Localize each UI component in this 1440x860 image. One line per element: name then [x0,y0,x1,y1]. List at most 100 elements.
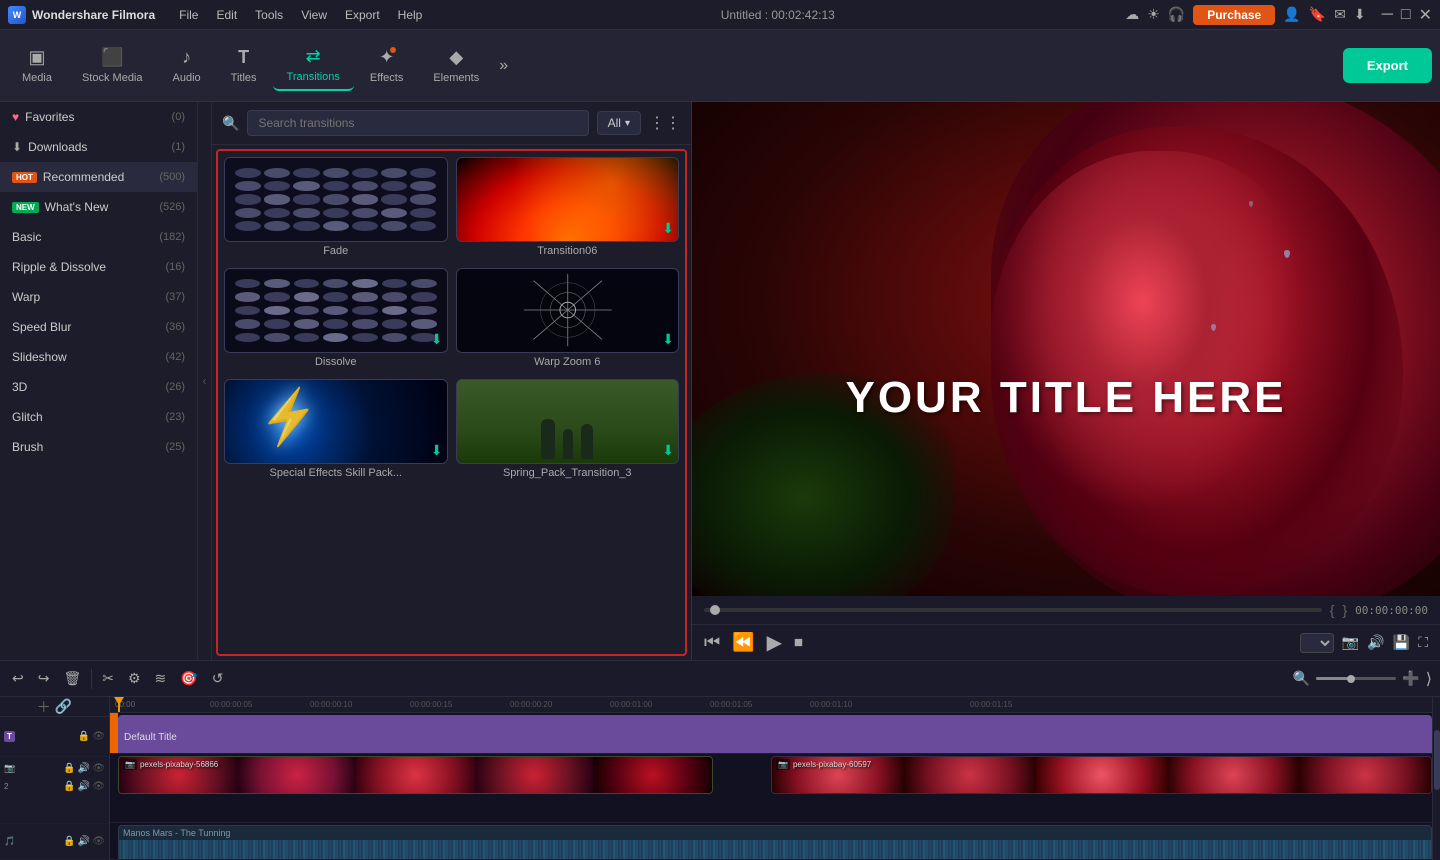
transition-item-fade[interactable]: Fade [224,157,448,260]
quality-select[interactable]: Full [1300,633,1334,653]
sidebar-item-warp[interactable]: Warp (37) [0,282,197,312]
cloud-icon[interactable]: ☁ [1125,6,1139,23]
speed-blur-count: (36) [165,321,185,333]
transition-item-special-effects[interactable]: ⚡ ⬇ Special Effects Skill Pack... [224,379,448,482]
sidebar-item-whats-new[interactable]: NEW What's New (526) [0,192,197,222]
expand-timeline-icon[interactable]: ⟩ [1426,669,1432,689]
cut-button[interactable]: ✂ [98,668,118,689]
sidebar-item-3d[interactable]: 3D (26) [0,372,197,402]
menu-view[interactable]: View [293,6,335,24]
tab-audio[interactable]: ♪ Audio [159,41,215,90]
zoom-out-icon[interactable]: 🔍 [1293,670,1310,687]
transitions-panel: 🔍 All ▾ ⋮⋮ [212,102,692,660]
save-frame-icon[interactable]: 💾 [1393,634,1410,651]
tab-elements[interactable]: ◆ Elements [419,41,493,90]
ripple-dissolve-count: (16) [165,261,185,273]
purchase-button[interactable]: Purchase [1193,5,1275,25]
timeline: ↩ ↪ 🗑 ✂ ⚙ ≋ 🎯 ↺ 🔍 ➕ ⟩ ＋ 🔗 [0,660,1440,860]
transition-item-transition06[interactable]: ⬇ Transition06 [456,157,680,260]
minimize-button[interactable]: ─ [1382,6,1393,24]
undo-button[interactable]: ↩ [8,668,28,689]
bracket-right-icon[interactable]: } [1342,602,1347,618]
basic-count: (182) [159,231,185,243]
stop-icon[interactable]: ⏹ [794,632,803,653]
tab-titles[interactable]: T Titles [217,41,271,90]
v-track-volume-icon[interactable]: 🔊 [78,763,90,774]
mail-icon[interactable]: ✉ [1334,6,1346,23]
bracket-left-icon[interactable]: { [1330,602,1335,618]
v2-track-lock-icon[interactable]: 🔒 [63,781,75,792]
bookmark-icon[interactable]: 🔖 [1309,6,1326,23]
frame-back-icon[interactable]: ⏪ [732,632,754,653]
add-track-icon[interactable]: ＋ [37,697,51,717]
sidebar-item-glitch[interactable]: Glitch (23) [0,402,197,432]
title-clip[interactable]: Default Title [118,715,1432,754]
tab-stock-media[interactable]: ⬛ Stock Media [68,41,157,90]
audio-levels-button[interactable]: ≋ [151,668,171,689]
filter-button[interactable]: All ▾ [597,111,641,135]
sidebar-item-brush[interactable]: Brush (25) [0,432,197,462]
sidebar-item-recommended[interactable]: HOT Recommended (500) [0,162,197,192]
video-clip-1[interactable]: 📷 pexels-pixabay-56866 [118,756,713,794]
media-icon: ▣ [28,47,45,68]
menu-help[interactable]: Help [390,6,431,24]
download-icon[interactable]: ⬇ [1354,6,1366,23]
sidebar-item-speed-blur[interactable]: Speed Blur (36) [0,312,197,342]
elements-icon: ◆ [449,47,463,68]
menu-edit[interactable]: Edit [208,6,245,24]
v-track-eye-icon[interactable]: 👁 [92,763,105,774]
v2-track-eye-icon[interactable]: 👁 [92,781,105,792]
rewind-button[interactable]: ↺ [208,668,228,689]
sidebar-item-slideshow[interactable]: Slideshow (42) [0,342,197,372]
zoom-slider[interactable] [1316,677,1396,680]
close-button[interactable]: ✕ [1419,5,1432,25]
a-track-eye-icon[interactable]: 👁 [92,836,105,847]
tab-transitions[interactable]: ⇄ Transitions [273,40,354,91]
sidebar-item-ripple-dissolve[interactable]: Ripple & Dissolve (16) [0,252,197,282]
video-clip-2[interactable]: 📷 pexels-pixabay-60597 [771,756,1432,794]
skip-back-icon[interactable]: ⏮ [704,632,720,653]
delete-button[interactable]: 🗑 [59,668,85,689]
sun-icon[interactable]: ☀ [1147,6,1160,23]
menu-tools[interactable]: Tools [247,6,291,24]
sidebar-item-downloads[interactable]: ⬇ Downloads (1) [0,132,197,162]
tab-effects[interactable]: ✦ Effects [356,41,417,90]
menu-export[interactable]: Export [337,6,388,24]
volume-icon[interactable]: 🔊 [1367,634,1384,651]
whats-new-label: What's New [45,200,109,214]
track-lock-icon[interactable]: 🔒 [78,731,90,742]
tab-media[interactable]: ▣ Media [8,41,66,90]
timeline-scrollbar[interactable] [1432,697,1440,860]
a-track-volume-icon[interactable]: 🔊 [78,836,90,847]
redo-button[interactable]: ↪ [34,668,54,689]
a-track-lock-icon[interactable]: 🔒 [63,836,75,847]
link-icon[interactable]: 🔗 [55,698,72,715]
screenshot-icon[interactable]: 📷 [1342,634,1359,651]
spring-pack-label: Spring_Pack_Transition_3 [456,464,680,482]
expand-icon[interactable]: » [495,53,512,79]
sidebar-item-basic[interactable]: Basic (182) [0,222,197,252]
effects-icon: ✦ [379,47,394,68]
grid-view-icon[interactable]: ⋮⋮ [649,113,681,133]
track-eye-icon[interactable]: 👁 [92,731,105,742]
zoom-in-icon[interactable]: ➕ [1402,670,1419,687]
headset-icon[interactable]: 🎧 [1168,6,1185,23]
timeline-scrubber[interactable] [704,608,1322,612]
sidebar-item-favorites[interactable]: ♥ Favorites (0) [0,102,197,132]
play-icon[interactable]: ▶ [767,630,782,655]
menu-file[interactable]: File [171,6,206,24]
v2-track-volume-icon[interactable]: 🔊 [78,781,90,792]
sidebar-collapse-btn[interactable]: ‹ [197,102,211,660]
v-track-lock-icon[interactable]: 🔒 [63,763,75,774]
transition-item-warp-zoom[interactable]: ⬇ Warp Zoom 6 [456,268,680,371]
fullscreen-icon[interactable]: ⛶ [1418,634,1428,651]
settings-button[interactable]: ⚙ [124,668,145,689]
transition-item-spring-pack[interactable]: ⬇ Spring_Pack_Transition_3 [456,379,680,482]
export-button[interactable]: Export [1343,48,1432,83]
magnet-button[interactable]: 🎯 [176,668,201,689]
transition-item-dissolve[interactable]: ⬇ Dissolve [224,268,448,371]
audio-clip[interactable]: Manos Mars - The Tunning [118,825,1432,860]
user-icon[interactable]: 👤 [1283,6,1300,23]
maximize-button[interactable]: □ [1401,6,1411,24]
search-input[interactable] [247,110,588,136]
